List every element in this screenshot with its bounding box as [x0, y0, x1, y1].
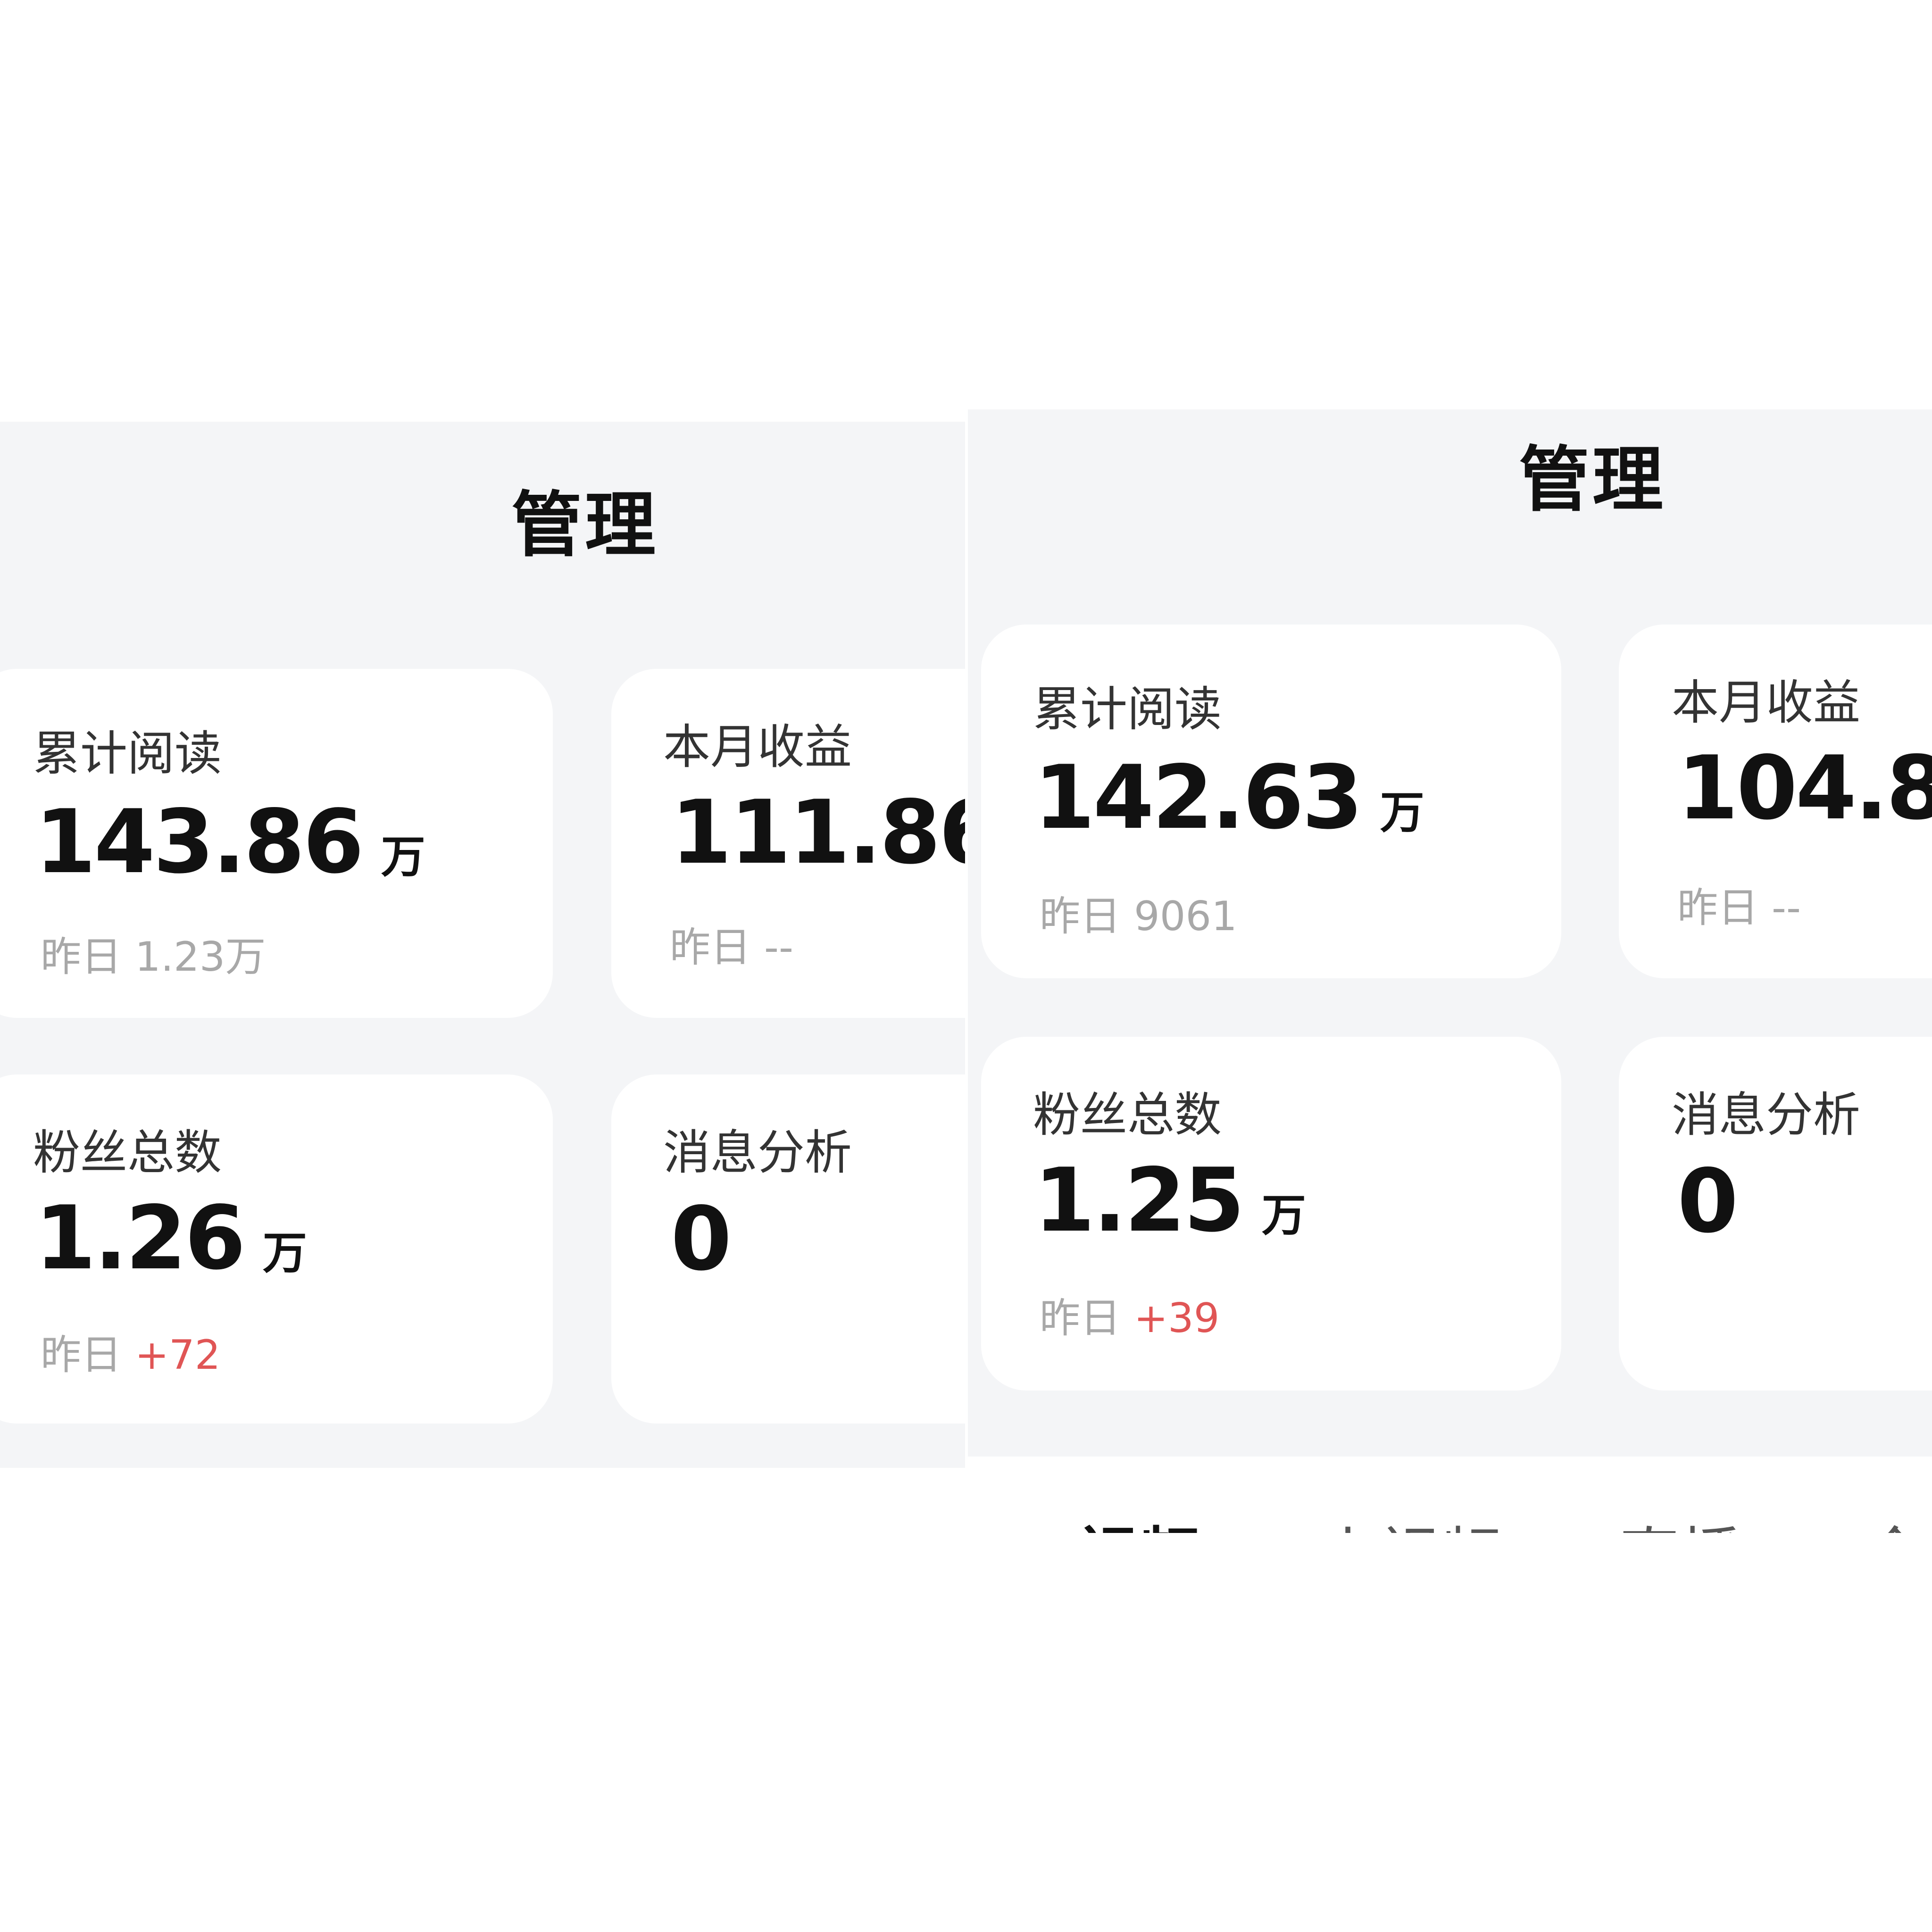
card-value: 0: [671, 1188, 732, 1290]
card-label: 累计阅读: [1033, 682, 1222, 737]
stat-card-monthly-income[interactable]: 本月收益 104.86 昨日 --: [1619, 625, 1932, 978]
yesterday-change: +72: [135, 1332, 221, 1379]
yesterday-value: --: [764, 924, 794, 971]
yesterday-value: 9061: [1134, 893, 1237, 940]
card-value-number: 0: [1677, 1150, 1738, 1252]
card-label: 粉丝总数: [1033, 1087, 1222, 1142]
tab-short-video[interactable]: 小视频: [1317, 1507, 1501, 1533]
stat-card-total-followers[interactable]: 粉丝总数 1.25 万 昨日 +39: [981, 1037, 1561, 1391]
stat-card-monthly-income[interactable]: 本月收益 111.86 昨日 --: [611, 669, 968, 1018]
card-value-number: 142.63: [1034, 746, 1363, 849]
stat-card-message-analysis[interactable]: 消息分析 0: [1619, 1037, 1932, 1391]
left-dashboard-panel: 管理 累计阅读 143.86 万 昨日 1.23万 本月收益 111.86 昨日 --…: [0, 422, 968, 1468]
stat-card-message-analysis[interactable]: 消息分析 0: [611, 1074, 968, 1424]
yesterday-value: --: [1772, 884, 1801, 932]
tab-live[interactable]: 直播: [1619, 1507, 1741, 1533]
page-title: 管理: [511, 484, 659, 566]
yesterday-label: 昨日: [670, 924, 751, 971]
card-value-number: 104.86: [1677, 737, 1932, 839]
stat-card-total-reads[interactable]: 累计阅读 142.63 万 昨日 9061: [981, 625, 1561, 978]
card-value-unit: 万: [381, 832, 425, 883]
yesterday-label: 昨日: [41, 1332, 122, 1379]
card-value-unit: 万: [1261, 1190, 1306, 1241]
card-value-unit: 万: [262, 1228, 307, 1279]
right-dashboard-panel: 管理 累计阅读 142.63万 昨日9061 本月收益 104.86 昨日-- …: [968, 409, 1932, 1457]
card-label: 粉丝总数: [33, 1125, 222, 1180]
tab-all[interactable]: 全部: [1864, 1507, 1932, 1533]
yesterday-label: 昨日: [1677, 884, 1758, 932]
stat-card-total-reads[interactable]: 累计阅读 143.86 万 昨日 1.23万: [0, 669, 553, 1018]
card-label: 消息分析: [1672, 1087, 1860, 1142]
card-value-number: 1.25: [1034, 1149, 1245, 1251]
card-yesterday: 昨日 1.23万: [41, 924, 266, 983]
card-value-number: 0: [671, 1188, 732, 1290]
card-value: 142.63 万: [1034, 746, 1424, 849]
card-value-number: 1.26: [35, 1187, 246, 1289]
card-yesterday: 昨日 9061: [1040, 883, 1237, 942]
card-label: 消息分析: [663, 1125, 852, 1180]
stat-card-total-followers[interactable]: 粉丝总数 1.26 万 昨日 +72: [0, 1074, 553, 1424]
card-value: 143.86 万: [35, 791, 425, 893]
card-yesterday: 昨日 +39: [1040, 1285, 1220, 1344]
card-value-number: 111.86: [671, 781, 968, 883]
page-title: 管理: [1519, 439, 1666, 521]
card-label: 累计阅读: [33, 726, 222, 781]
content-tabs: 视频 小视频 直播 全部: [968, 1457, 1932, 1533]
card-value-number: 143.86: [35, 791, 364, 893]
card-value: 0: [1677, 1150, 1738, 1252]
card-value: 104.86: [1677, 737, 1932, 839]
card-yesterday: 昨日 --: [1677, 874, 1801, 933]
card-yesterday: 昨日 --: [670, 914, 793, 973]
yesterday-label: 昨日: [1040, 893, 1121, 940]
yesterday-value: 1.23万: [135, 933, 266, 981]
card-label: 本月收益: [663, 719, 852, 774]
yesterday-change: +39: [1134, 1295, 1220, 1342]
yesterday-label: 昨日: [41, 933, 122, 981]
tab-video[interactable]: 视频: [1076, 1507, 1199, 1533]
card-value: 1.25 万: [1034, 1149, 1306, 1251]
card-value-unit: 万: [1380, 787, 1424, 839]
card-yesterday: 昨日 +72: [41, 1322, 221, 1381]
card-value: 1.26 万: [35, 1187, 307, 1289]
card-value: 111.86: [671, 781, 968, 883]
yesterday-label: 昨日: [1040, 1295, 1121, 1342]
card-label: 本月收益: [1672, 675, 1860, 730]
